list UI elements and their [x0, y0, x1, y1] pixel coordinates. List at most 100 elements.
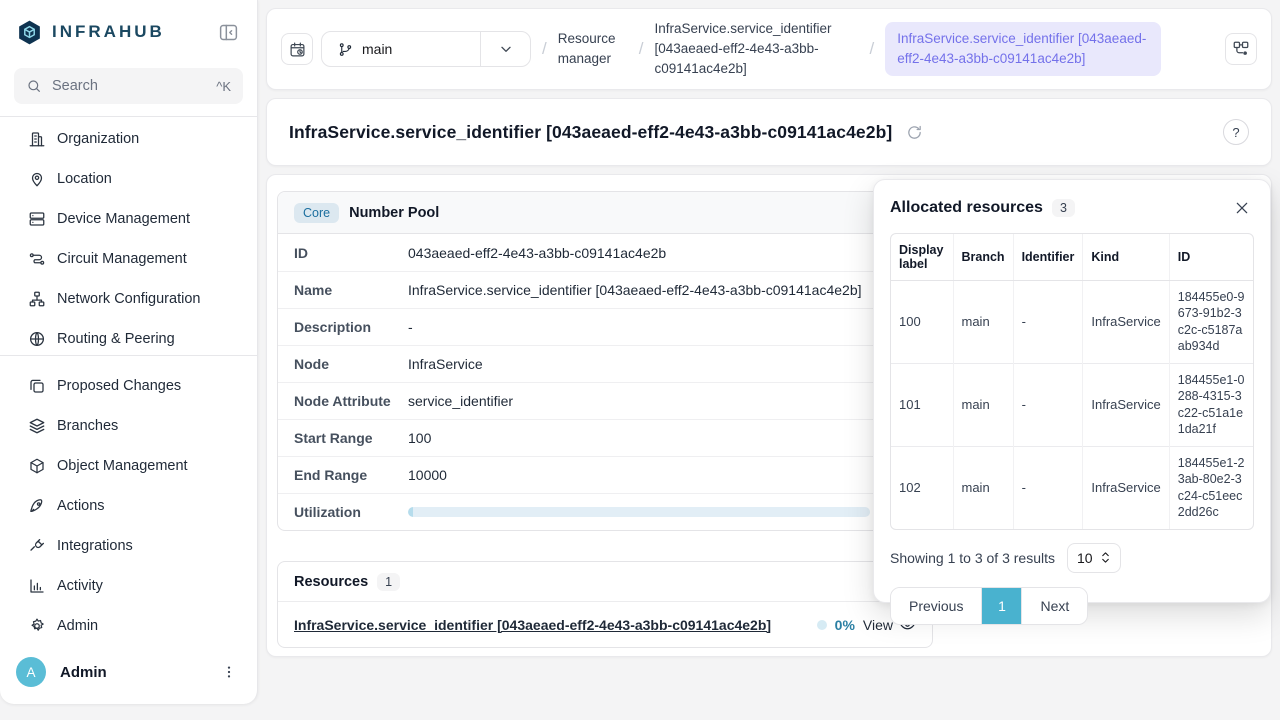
branch-selector-caret[interactable]	[480, 32, 530, 66]
sidebar-item-admin[interactable]: Admin	[0, 606, 257, 646]
field-label: Utilization	[294, 504, 408, 520]
user-name: Admin	[60, 664, 217, 681]
sidebar-item-actions[interactable]: Actions	[0, 486, 257, 526]
date-picker-button[interactable]	[281, 33, 313, 65]
search-placeholder: Search	[52, 78, 206, 94]
globe-icon	[28, 330, 46, 348]
diff-icon	[28, 377, 46, 395]
sidebar-item-label: Actions	[57, 498, 105, 514]
sidebar-item-network-configuration[interactable]: Network Configuration	[0, 279, 257, 319]
search-shortcut: ^K	[216, 79, 231, 94]
infrahub-logo-icon	[16, 19, 43, 46]
network-icon	[28, 290, 46, 308]
refresh-icon	[906, 124, 923, 141]
topbar: main / Resource manager / InfraService.s…	[266, 8, 1272, 90]
sidebar-item-label: Organization	[57, 131, 139, 147]
table-row: 100 main - InfraService 184455e0-9673-91…	[891, 280, 1253, 363]
breadcrumb-resource-manager[interactable]: Resource manager	[558, 29, 628, 70]
cell-branch: main	[953, 280, 1013, 363]
help-button[interactable]: ?	[1223, 119, 1249, 145]
sidebar-item-device-management[interactable]: Device Management	[0, 199, 257, 239]
field-label: Node Attribute	[294, 393, 408, 409]
field-row-description: Description -	[278, 308, 932, 345]
sidebar-nav-primary: Organization Location Device Management …	[0, 117, 257, 355]
sidebar-item-proposed-changes[interactable]: Proposed Changes	[0, 366, 257, 406]
table-header-row: Display label Branch Identifier Kind ID	[891, 234, 1253, 280]
column-header-display-label: Display label	[891, 234, 953, 280]
field-row-start-range: Start Range 100	[278, 419, 932, 456]
sidebar-item-label: Integrations	[57, 538, 133, 554]
refresh-button[interactable]	[906, 124, 923, 141]
avatar: A	[16, 657, 46, 687]
git-branch-icon	[338, 42, 353, 57]
resource-link[interactable]: InfraService.service_identifier [043aeae…	[294, 617, 771, 633]
brand-name: INFRAHUB	[52, 22, 165, 42]
close-button[interactable]	[1230, 196, 1254, 220]
sidebar-item-location[interactable]: Location	[0, 159, 257, 199]
bar-chart-icon	[28, 577, 46, 595]
breadcrumb-separator: /	[869, 39, 874, 59]
gear-icon	[28, 617, 46, 635]
resources-header: Resources 1	[278, 562, 932, 602]
layers-icon	[28, 417, 46, 435]
cell-kind: InfraService	[1083, 446, 1169, 529]
sidebar-item-branches[interactable]: Branches	[0, 406, 257, 446]
column-header-identifier: Identifier	[1013, 234, 1083, 280]
breadcrumb-pool[interactable]: InfraService.service_identifier [043aeae…	[654, 19, 858, 80]
sidebar-item-label: Network Configuration	[57, 291, 200, 307]
resource-list-item: InfraService.service_identifier [043aeae…	[278, 602, 932, 647]
page-size-value: 10	[1077, 550, 1093, 566]
field-value: 100	[408, 430, 916, 446]
page-header: InfraService.service_identifier [043aeae…	[266, 98, 1272, 166]
field-value: InfraService.service_identifier [043aeae…	[408, 282, 916, 298]
cell-id: 184455e1-23ab-80e2-3c24-c51eec2dd26c	[1169, 446, 1253, 529]
field-row-node: Node InfraService	[278, 345, 932, 382]
current-page-button[interactable]: 1	[981, 588, 1021, 624]
column-header-kind: Kind	[1083, 234, 1169, 280]
sidebar-item-activity[interactable]: Activity	[0, 566, 257, 606]
cell-display-label: 101	[891, 363, 953, 446]
schema-icon	[1232, 40, 1250, 58]
resources-card: Resources 1 InfraService.service_identif…	[277, 561, 933, 648]
field-label: Node	[294, 356, 408, 372]
sidebar-item-organization[interactable]: Organization	[0, 119, 257, 159]
search-input[interactable]: Search ^K	[14, 68, 243, 104]
allocated-resources-panel: Allocated resources 3 Display label Bran…	[873, 179, 1271, 603]
branch-selector[interactable]: main	[321, 31, 531, 67]
next-page-button[interactable]: Next	[1021, 588, 1087, 624]
sidebar-item-object-management[interactable]: Object Management	[0, 446, 257, 486]
page-size-select[interactable]: 10	[1067, 543, 1121, 573]
sidebar-item-label: Branches	[57, 418, 118, 434]
sidebar-item-integrations[interactable]: Integrations	[0, 526, 257, 566]
page-title: InfraService.service_identifier [043aeae…	[289, 122, 892, 143]
cell-kind: InfraService	[1083, 280, 1169, 363]
utilization-progress-bar	[408, 507, 870, 517]
core-badge: Core	[294, 203, 339, 223]
cell-identifier: -	[1013, 280, 1083, 363]
field-label: ID	[294, 245, 408, 261]
sidebar-item-label: Routing & Peering	[57, 331, 175, 347]
pagination: Previous 1 Next	[890, 587, 1088, 625]
field-row-utilization: Utilization	[278, 493, 932, 530]
breadcrumb-current[interactable]: InfraService.service_identifier [043aeae…	[885, 22, 1161, 77]
schema-visualizer-button[interactable]	[1225, 33, 1257, 65]
allocated-resources-table: Display label Branch Identifier Kind ID …	[890, 233, 1254, 530]
previous-page-button[interactable]: Previous	[891, 588, 981, 624]
panel-title: Allocated resources	[890, 199, 1043, 217]
sidebar-item-circuit-management[interactable]: Circuit Management	[0, 239, 257, 279]
field-value: 043aeaed-eff2-4e43-a3bb-c09141ac4e2b	[408, 245, 916, 261]
sidebar-item-routing-peering[interactable]: Routing & Peering	[0, 319, 257, 355]
user-menu-button[interactable]	[217, 660, 241, 684]
sidebar-item-label: Location	[57, 171, 112, 187]
branch-selector-value[interactable]: main	[322, 32, 480, 66]
sidebar-collapse-button[interactable]	[215, 19, 241, 45]
select-chevrons-icon	[1100, 551, 1111, 564]
field-row-id: ID 043aeaed-eff2-4e43-a3bb-c09141ac4e2b	[278, 234, 932, 271]
panel-count-badge: 3	[1052, 199, 1075, 217]
field-value: service_identifier	[408, 393, 916, 409]
sidebar-item-label: Circuit Management	[57, 251, 187, 267]
resources-count-badge: 1	[377, 573, 400, 591]
field-label: End Range	[294, 467, 408, 483]
breadcrumb-separator: /	[639, 39, 644, 59]
rocket-icon	[28, 497, 46, 515]
